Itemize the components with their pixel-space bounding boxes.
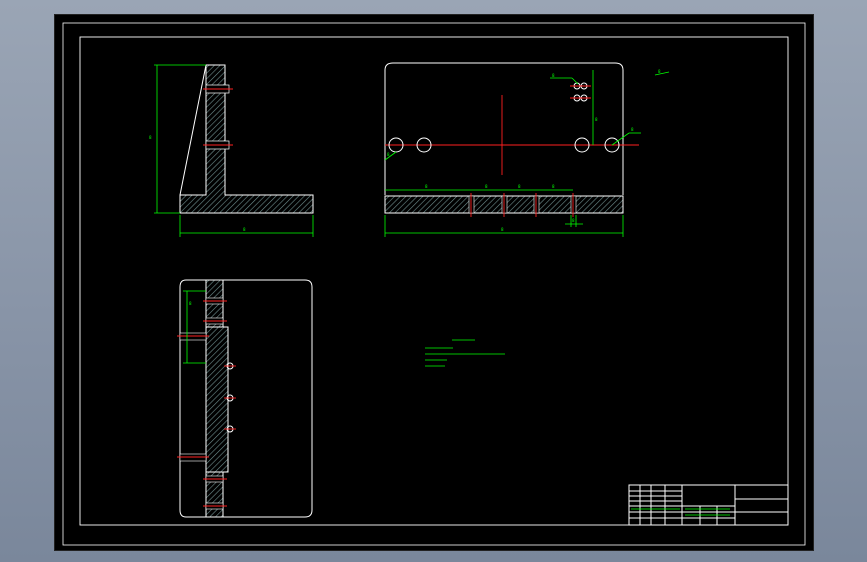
dim-hole-small: 8 — [552, 73, 555, 78]
top-view: 8 8 8 8 8 8 8 8 8 8 8 — [384, 62, 670, 237]
dim-front-width: 8 — [243, 227, 246, 232]
cad-drawing: 8 8 8 8 8 8 8 8 8 8 8 8 8 8 — [62, 22, 806, 546]
outer-frame — [62, 22, 806, 546]
dim-front-height: 8 — [149, 135, 152, 140]
front-view: 8 8 — [149, 64, 314, 237]
dim-top-seg4: 8 — [552, 184, 555, 189]
title-block — [628, 484, 789, 526]
cad-viewport[interactable]: 8 8 8 8 8 8 8 8 8 8 8 8 8 8 — [54, 14, 814, 551]
side-view: 8 — [177, 279, 313, 518]
inner-frame — [79, 36, 789, 526]
dim-vertical-offset: 8 — [595, 117, 598, 122]
dim-slot-width: 8 — [572, 218, 575, 223]
dim-corner-note: 8 — [658, 69, 661, 74]
dim-top-width: 8 — [501, 227, 504, 232]
dim-top-seg2: 8 — [485, 184, 488, 189]
dim-side-b: 8 — [189, 301, 192, 306]
dim-top-seg3: 8 — [518, 184, 521, 189]
technical-notes — [425, 339, 505, 367]
dim-top-seg1: 8 — [425, 184, 428, 189]
dim-hole-large: 8 — [631, 127, 634, 132]
